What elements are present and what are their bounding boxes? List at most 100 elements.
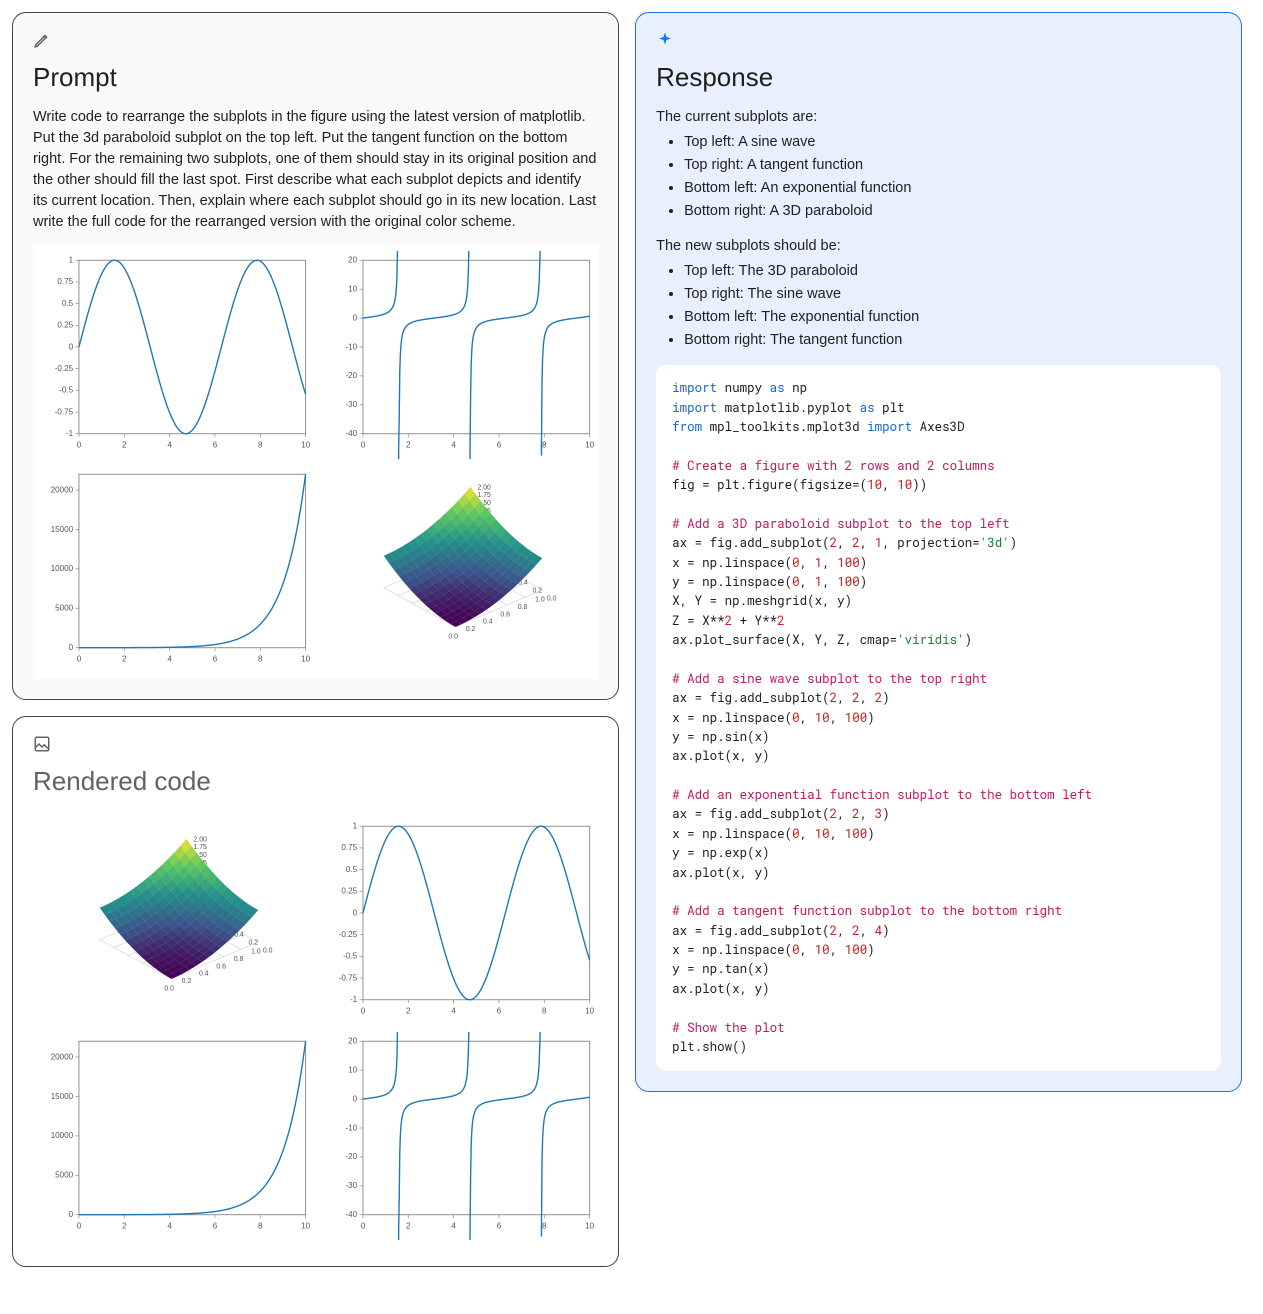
svg-text:0.4: 0.4 (199, 971, 209, 978)
plot-paraboloid: 0.000.250.500.751.001.251.501.752.000.00… (35, 817, 313, 1025)
svg-text:0.0: 0.0 (164, 986, 174, 993)
svg-text:20: 20 (348, 256, 357, 265)
svg-text:6: 6 (213, 441, 218, 450)
svg-text:0.6: 0.6 (500, 612, 510, 619)
svg-text:0.0: 0.0 (546, 596, 556, 603)
svg-text:0.5: 0.5 (62, 299, 74, 308)
svg-text:2: 2 (406, 441, 411, 450)
rendered-heading: Rendered code (33, 766, 598, 797)
code-block: import numpy as np import matplotlib.pyp… (656, 365, 1221, 1071)
svg-text:-0.5: -0.5 (343, 952, 357, 961)
svg-text:0: 0 (77, 1221, 82, 1230)
svg-text:0: 0 (69, 342, 74, 351)
plot-tangent: 0246810-40-30-20-1001020 (319, 1032, 597, 1240)
response-heading: Response (656, 62, 1221, 93)
svg-text:-20: -20 (345, 1152, 357, 1161)
svg-text:0.75: 0.75 (57, 277, 73, 286)
svg-text:6: 6 (213, 1221, 218, 1230)
svg-text:8: 8 (258, 441, 263, 450)
svg-text:0.25: 0.25 (57, 321, 73, 330)
svg-text:-0.25: -0.25 (55, 364, 74, 373)
svg-text:-1: -1 (66, 429, 74, 438)
svg-text:2.00: 2.00 (193, 837, 207, 844)
svg-text:8: 8 (258, 1221, 263, 1230)
svg-text:0.4: 0.4 (483, 619, 493, 626)
svg-text:0: 0 (360, 1007, 365, 1016)
svg-text:8: 8 (258, 655, 263, 664)
svg-text:0.8: 0.8 (234, 956, 244, 963)
svg-text:10000: 10000 (51, 564, 74, 573)
plot-exponential: 024681005000100001500020000 (35, 1032, 313, 1240)
pencil-icon (33, 31, 51, 54)
svg-text:-40: -40 (345, 429, 357, 438)
svg-text:-40: -40 (345, 1210, 357, 1219)
svg-text:10: 10 (585, 1221, 594, 1230)
sparkle-icon (656, 31, 674, 54)
svg-text:0.2: 0.2 (182, 978, 192, 985)
svg-text:-10: -10 (345, 1123, 357, 1132)
svg-text:0.5: 0.5 (345, 865, 357, 874)
list-item: Top right: A tangent function (684, 155, 1221, 176)
svg-text:8: 8 (542, 441, 547, 450)
list-item: Bottom left: An exponential function (684, 178, 1221, 199)
new-label: The new subplots should be: (656, 236, 1221, 257)
svg-text:15000: 15000 (51, 525, 74, 534)
svg-text:4: 4 (451, 441, 456, 450)
svg-text:0.2: 0.2 (465, 626, 475, 633)
svg-text:-20: -20 (345, 371, 357, 380)
svg-text:0: 0 (69, 643, 74, 652)
svg-text:6: 6 (496, 1221, 501, 1230)
svg-text:1: 1 (352, 822, 357, 831)
prompt-body: Write code to rearrange the subplots in … (33, 107, 598, 233)
prompt-figure: 0246810-1-0.75-0.5-0.2500.250.50.7510246… (33, 245, 598, 679)
rendered-card: Rendered code 0.000.250.500.751.001.251.… (12, 716, 619, 1266)
svg-text:6: 6 (496, 1007, 501, 1016)
svg-text:-30: -30 (345, 400, 357, 409)
svg-text:4: 4 (451, 1007, 456, 1016)
svg-text:2: 2 (122, 655, 127, 664)
svg-text:0.25: 0.25 (341, 887, 357, 896)
new-list: Top left: The 3D paraboloidTop right: Th… (684, 261, 1221, 351)
svg-text:4: 4 (451, 1221, 456, 1230)
svg-text:0.2: 0.2 (532, 588, 542, 595)
svg-text:20: 20 (348, 1036, 357, 1045)
svg-text:0: 0 (352, 909, 357, 918)
svg-text:1.75: 1.75 (193, 845, 207, 852)
list-item: Bottom left: The exponential function (684, 307, 1221, 328)
svg-text:0.0: 0.0 (263, 948, 273, 955)
prompt-heading: Prompt (33, 62, 598, 93)
svg-text:0.0: 0.0 (448, 634, 458, 641)
svg-text:0: 0 (69, 1210, 74, 1219)
svg-text:2: 2 (406, 1221, 411, 1230)
image-icon (33, 735, 51, 758)
svg-text:8: 8 (542, 1221, 547, 1230)
svg-text:5000: 5000 (55, 604, 73, 613)
svg-text:0: 0 (360, 1221, 365, 1230)
svg-text:-0.5: -0.5 (59, 386, 73, 395)
svg-text:4: 4 (167, 441, 172, 450)
svg-text:0.6: 0.6 (216, 964, 226, 971)
svg-text:4: 4 (167, 1221, 172, 1230)
svg-text:-1: -1 (350, 995, 358, 1004)
svg-text:0: 0 (77, 655, 82, 664)
svg-text:4: 4 (167, 655, 172, 664)
svg-text:0.2: 0.2 (248, 940, 258, 947)
svg-text:-10: -10 (345, 342, 357, 351)
svg-text:0.8: 0.8 (517, 604, 527, 611)
svg-text:0: 0 (352, 313, 357, 322)
svg-text:-30: -30 (345, 1181, 357, 1190)
svg-text:15000: 15000 (51, 1091, 74, 1100)
svg-text:10: 10 (348, 1065, 357, 1074)
svg-text:1: 1 (69, 256, 74, 265)
svg-text:-0.75: -0.75 (338, 974, 357, 983)
list-item: Bottom right: A 3D paraboloid (684, 201, 1221, 222)
svg-text:0.75: 0.75 (341, 844, 357, 853)
svg-text:1.0: 1.0 (251, 949, 261, 956)
svg-text:10: 10 (585, 1007, 594, 1016)
plot-sine: 0246810-1-0.75-0.5-0.2500.250.50.751 (319, 817, 597, 1025)
svg-text:10: 10 (348, 285, 357, 294)
svg-text:2: 2 (122, 441, 127, 450)
svg-text:10: 10 (301, 655, 310, 664)
list-item: Top left: A sine wave (684, 132, 1221, 153)
plot-sine: 0246810-1-0.75-0.5-0.2500.250.50.751 (35, 251, 313, 459)
